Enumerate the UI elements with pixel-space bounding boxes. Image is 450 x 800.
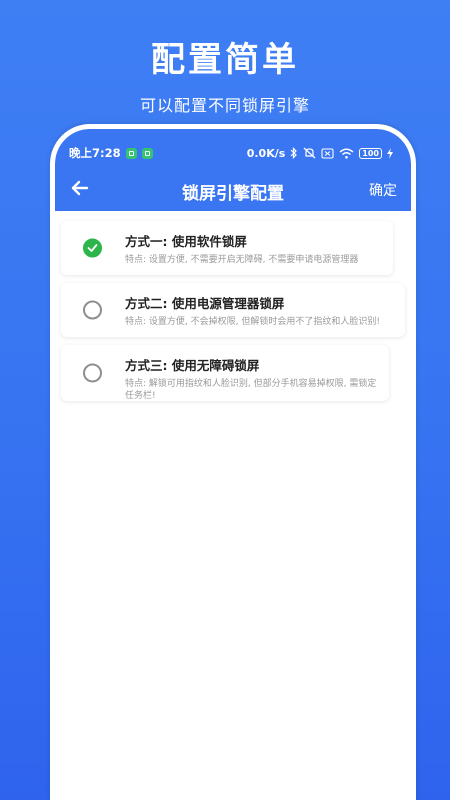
option-title: 方式三: 使用无障碍锁屏 xyxy=(125,358,260,373)
status-right: 0.0K/s 100 xyxy=(247,147,393,160)
option-power-manager-lock[interactable]: 方式二: 使用电源管理器锁屏 特点: 设置方便, 不会掉权限, 但解锁时会用不了… xyxy=(61,283,405,337)
option-desc: 特点: 设置方便, 不会掉权限, 但解锁时会用不了指纹和人脸识别! xyxy=(125,317,380,327)
radio-unchecked-icon[interactable] xyxy=(83,363,102,383)
status-bar: 晚上7:28 0.0K/s 100 xyxy=(69,143,393,163)
notification-icon xyxy=(141,147,153,159)
radio-checked-icon[interactable] xyxy=(83,238,102,258)
option-software-lock[interactable]: 方式一: 使用软件锁屏 特点: 设置方便, 不需要开启无障碍, 不需要申请电源管… xyxy=(61,221,393,275)
battery-icon: 100 xyxy=(359,147,382,159)
promo-title: 配置简单 xyxy=(151,40,299,80)
nav-bar: 锁屏引擎配置 确定 xyxy=(55,171,411,207)
page-title: 锁屏引擎配置 xyxy=(182,184,284,204)
app-header: 晚上7:28 0.0K/s 100 锁屏引擎配置 确定 xyxy=(55,129,411,211)
option-title: 方式二: 使用电源管理器锁屏 xyxy=(125,296,285,311)
mute-icon xyxy=(303,147,316,159)
options-list: 方式一: 使用软件锁屏 特点: 设置方便, 不需要开启无障碍, 不需要申请电源管… xyxy=(55,211,411,401)
bluetooth-icon xyxy=(290,147,298,159)
status-time: 晚上7:28 xyxy=(69,146,121,160)
option-desc: 特点: 设置方便, 不需要开启无障碍, 不需要申请电源管理器 xyxy=(125,255,359,265)
notification-icon xyxy=(125,147,137,159)
network-speed: 0.0K/s xyxy=(246,146,286,160)
confirm-button[interactable]: 确定 xyxy=(369,180,397,200)
promo-subtitle: 可以配置不同锁屏引擎 xyxy=(139,96,310,115)
option-title: 方式一: 使用软件锁屏 xyxy=(125,234,247,249)
sim-off-icon xyxy=(321,147,334,159)
option-desc: 特点: 解锁可用指纹和人脸识别, 但部分手机容易掉权限, 需锁定任务栏! xyxy=(125,379,377,402)
radio-unchecked-icon[interactable] xyxy=(83,300,102,320)
phone-frame: 晚上7:28 0.0K/s 100 锁屏引擎配置 确定 方式一: 使用软件锁屏 … xyxy=(50,124,416,800)
charging-icon xyxy=(387,147,393,159)
wifi-icon xyxy=(339,148,354,159)
option-accessibility-lock[interactable]: 方式三: 使用无障碍锁屏 特点: 解锁可用指纹和人脸识别, 但部分手机容易掉权限… xyxy=(61,345,389,401)
